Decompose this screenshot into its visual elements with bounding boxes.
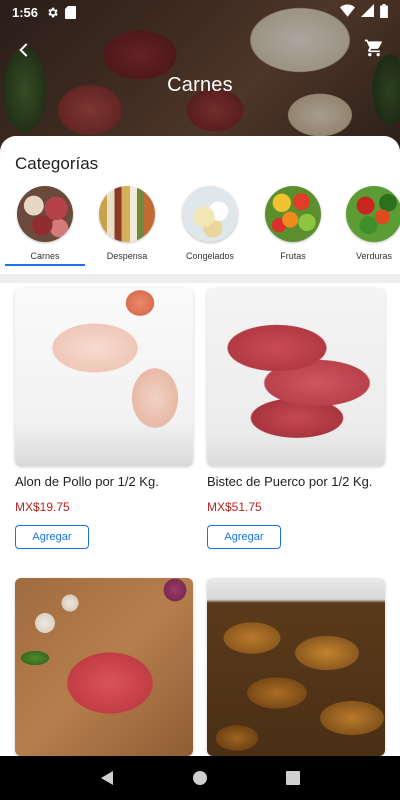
cart-button[interactable] bbox=[360, 34, 388, 62]
add-to-cart-button[interactable]: Agregar bbox=[207, 525, 281, 549]
categories-carousel[interactable]: Carnes Despensa Congelados Frutas Verdur… bbox=[0, 186, 400, 270]
product-price: MX$51.75 bbox=[207, 500, 262, 514]
nav-home-icon bbox=[192, 771, 207, 785]
pantry-photo bbox=[99, 186, 155, 242]
nav-back-icon bbox=[100, 771, 113, 785]
product-name: Alon de Pollo por 1/2 Kg. bbox=[15, 474, 159, 489]
category-item-congelados[interactable]: Congelados bbox=[170, 186, 250, 261]
category-label: Congelados bbox=[185, 251, 235, 261]
wifi-icon bbox=[340, 4, 355, 20]
gear-icon bbox=[46, 6, 59, 19]
category-label: Carnes bbox=[30, 251, 60, 261]
product-name: Bistec de Puerco por 1/2 Kg. bbox=[207, 474, 373, 489]
system-nav-bar bbox=[0, 756, 400, 800]
category-item-carnes[interactable]: Carnes bbox=[5, 186, 85, 261]
product-card[interactable] bbox=[207, 578, 385, 756]
category-item-frutas[interactable]: Frutas bbox=[253, 186, 333, 261]
section-divider bbox=[0, 274, 400, 283]
chicken-wing-photo bbox=[15, 288, 193, 466]
status-time: 1:56 bbox=[12, 4, 39, 20]
battery-icon bbox=[380, 3, 388, 21]
cart-icon bbox=[364, 39, 382, 57]
page-title: Carnes bbox=[167, 74, 233, 96]
product-price: MX$19.75 bbox=[15, 500, 70, 514]
category-label: Frutas bbox=[280, 251, 306, 261]
add-to-cart-button[interactable]: Agregar bbox=[15, 525, 89, 549]
category-item-despensa[interactable]: Despensa bbox=[87, 186, 167, 261]
category-label: Despensa bbox=[106, 251, 148, 261]
product-card[interactable]: Bistec de Puerco por 1/2 Kg. MX$51.75 Ag… bbox=[207, 288, 385, 549]
pork-steak-photo bbox=[207, 288, 385, 466]
product-card[interactable] bbox=[15, 578, 193, 756]
signal-icon bbox=[361, 4, 374, 20]
categories-title: Categorías bbox=[15, 154, 99, 173]
beef-slices-photo bbox=[15, 578, 193, 756]
nav-back-button[interactable] bbox=[92, 763, 122, 793]
fruits-photo bbox=[265, 186, 321, 242]
vegetables-photo bbox=[346, 186, 400, 242]
back-button[interactable] bbox=[10, 36, 38, 64]
sd-card-icon bbox=[65, 5, 77, 19]
status-bar: 1:56 bbox=[0, 0, 400, 24]
category-item-verduras[interactable]: Verduras bbox=[334, 186, 400, 261]
nav-home-button[interactable] bbox=[185, 763, 215, 793]
nav-recents-icon bbox=[286, 771, 301, 785]
product-card[interactable]: Alon de Pollo por 1/2 Kg. MX$19.75 Agreg… bbox=[15, 288, 193, 549]
nav-recents-button[interactable] bbox=[278, 763, 308, 793]
category-label: Verduras bbox=[355, 251, 393, 261]
back-arrow-icon bbox=[19, 43, 28, 57]
meat-photo bbox=[17, 186, 73, 242]
categories-panel: Categorías Carnes Despensa Congelados Fr… bbox=[0, 136, 400, 274]
roasted-chicken-legs-photo bbox=[207, 578, 385, 756]
selected-category-indicator bbox=[5, 264, 85, 266]
frozen-photo bbox=[182, 186, 238, 242]
